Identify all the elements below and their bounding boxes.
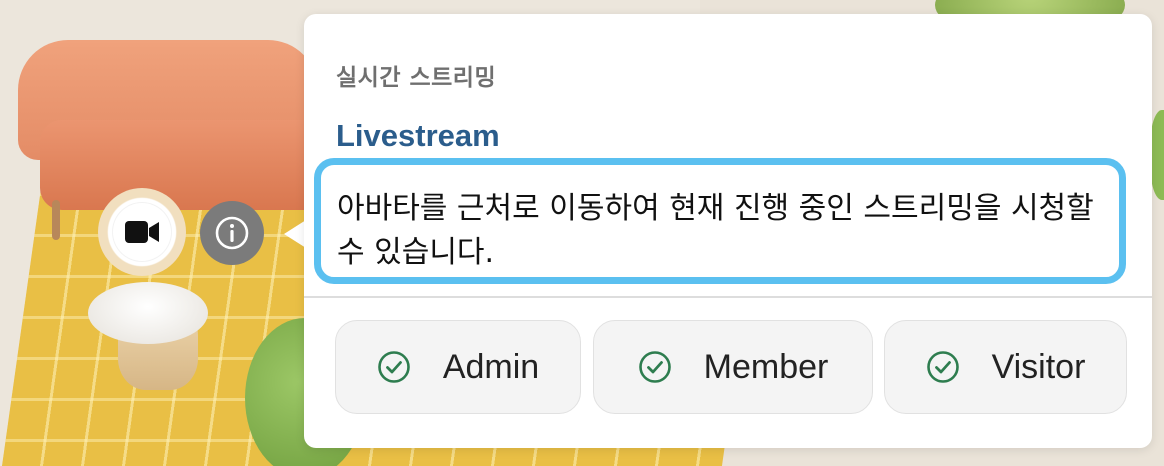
check-circle-icon: [378, 351, 410, 383]
check-circle-icon: [926, 351, 959, 383]
info-icon: [215, 216, 249, 250]
side-table: [88, 282, 208, 344]
popover-subtitle: 실시간 스트리밍: [336, 65, 497, 91]
role-member-label: Member: [703, 347, 829, 386]
popover-arrow: [284, 220, 306, 248]
role-visitor-label: Visitor: [991, 347, 1086, 386]
highlighted-description: 아바타를 근처로 이동하여 현재 진행 중인 스트리밍을 시청할 수 있습니다.: [314, 158, 1126, 284]
divider: [304, 296, 1152, 298]
info-button[interactable]: [200, 201, 264, 265]
role-member-button[interactable]: Member: [593, 320, 873, 414]
description-text: 아바타를 근처로 이동하여 현재 진행 중인 스트리밍을 시청할 수 있습니다.: [337, 191, 1094, 270]
role-visitor-button[interactable]: Visitor: [884, 320, 1127, 414]
video-camera-icon: [125, 221, 159, 243]
sofa-seat: [40, 120, 330, 210]
plant-leaf: [1150, 110, 1164, 200]
role-admin-button[interactable]: Admin: [335, 320, 581, 414]
popover-title: Livestream: [336, 118, 500, 153]
sofa-leg: [52, 200, 60, 240]
check-circle-icon: [638, 351, 671, 383]
livestream-object-button[interactable]: [98, 188, 186, 276]
role-admin-label: Admin: [442, 347, 540, 386]
